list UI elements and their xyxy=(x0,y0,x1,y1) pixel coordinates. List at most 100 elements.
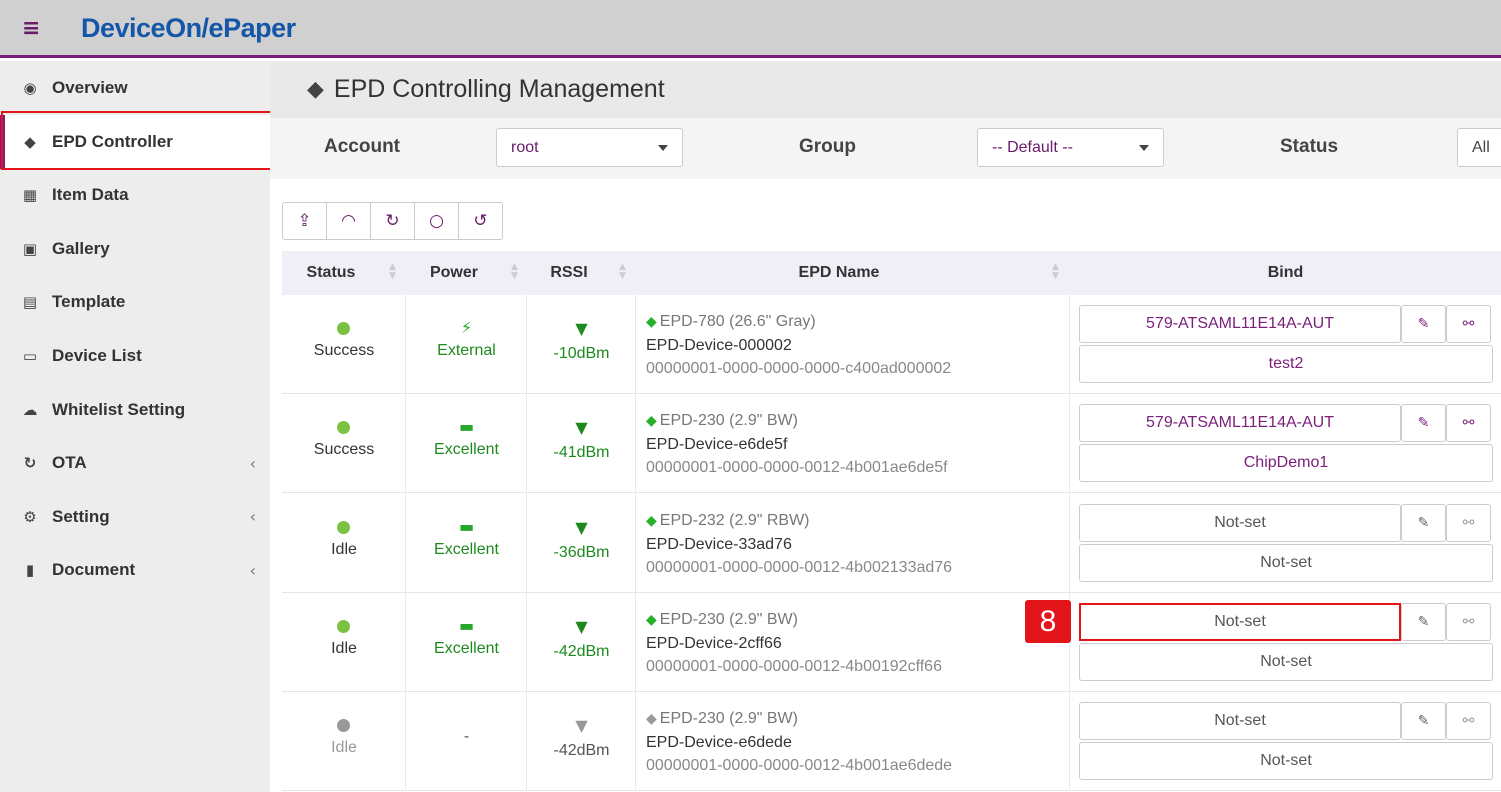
group-select[interactable]: -- Default -- xyxy=(977,128,1164,167)
status-cell: Idle xyxy=(282,493,406,593)
sidebar-item-device-list[interactable]: ▭ Device List xyxy=(0,329,270,383)
sidebar-item-setting[interactable]: ⚙ Setting ‹ xyxy=(0,490,270,544)
sidebar-item-label: Item Data xyxy=(52,185,129,205)
sidebar-item-label: OTA xyxy=(52,453,87,473)
highlight-epd-controller xyxy=(1,111,272,170)
table-row: Idle ▬ Excellent ▼ -42dBm ◆ EPD-230 (2.9" BW) E… xyxy=(282,592,1501,692)
hamburger-icon[interactable]: ≡ xyxy=(22,16,40,41)
power-cell: - xyxy=(406,692,527,792)
pencil-icon: ✎ xyxy=(1417,514,1430,531)
bind-product-field[interactable]: Not-set xyxy=(1079,602,1401,641)
sidebar-item-ota[interactable]: ↻ OTA ‹ xyxy=(0,436,270,490)
edit-bind-button[interactable]: ✎ xyxy=(1401,503,1446,542)
id-card-icon: ▤ xyxy=(22,293,38,312)
unlink-icon: ⚯ xyxy=(1462,613,1475,630)
edit-bind-button[interactable]: ✎ xyxy=(1401,602,1446,641)
unbind-button[interactable]: ⚯ xyxy=(1446,503,1491,542)
column-header-bind: Bind xyxy=(1070,251,1501,295)
column-header-rssi[interactable]: RSSI xyxy=(527,251,611,295)
power-text: - xyxy=(463,728,470,746)
action-toolbar: ⇪ ◠ ↻ ○ ↺ xyxy=(282,202,503,240)
status-dot xyxy=(337,619,350,633)
sort-icon[interactable]: ▲ ▼ xyxy=(511,263,518,281)
refresh-icon: ↻ xyxy=(385,211,400,231)
wifi-icon: ▼ xyxy=(575,319,588,338)
undo-button[interactable]: ↺ xyxy=(458,202,503,240)
bind-product-field[interactable]: 579-ATSAML11E14A-AUT xyxy=(1079,404,1401,443)
edit-bind-button[interactable]: ✎ xyxy=(1401,702,1446,741)
edit-bind-button[interactable]: ✎ xyxy=(1401,404,1446,443)
battery-icon: ▬ xyxy=(458,516,475,536)
epd-name-cell: ◆ EPD-780 (26.6" Gray) EPD-Device-000002 00… xyxy=(636,295,1070,394)
spinner-button[interactable]: ○ xyxy=(414,202,459,240)
epd-model-text: EPD-230 (2.9" BW) xyxy=(659,610,798,628)
bind-product-field[interactable]: 579-ATSAML11E14A-AUT xyxy=(1079,305,1401,343)
account-label: Account xyxy=(324,136,400,157)
pencil-icon: ✎ xyxy=(1417,713,1430,730)
status-select[interactable]: All xyxy=(1457,128,1501,167)
group-label: Group xyxy=(799,136,856,157)
chevron-left-icon: ‹ xyxy=(249,507,256,527)
refresh-button[interactable]: ↻ xyxy=(370,202,415,240)
image-icon: ▣ xyxy=(22,239,38,258)
column-header-epd-name[interactable]: EPD Name xyxy=(636,251,1042,295)
status-label: Status xyxy=(1280,136,1339,157)
unbind-button[interactable]: ⚯ xyxy=(1446,305,1491,343)
brand-logo[interactable]: DeviceOn/ePaper xyxy=(81,13,296,44)
power-text: Excellent xyxy=(434,540,499,558)
rssi-cell: ▼ -41dBm xyxy=(527,394,636,494)
power-cell: ▬ Excellent xyxy=(406,592,527,692)
rssi-cell: ▼ -10dBm xyxy=(527,295,636,394)
tag-icon: ◆ xyxy=(646,512,657,529)
page-title: EPD Controlling Management xyxy=(333,75,665,103)
column-header-label: EPD Name xyxy=(798,264,880,281)
sort-icon[interactable]: ▲ ▼ xyxy=(619,263,626,281)
bind-cell: 579-ATSAML11E14A-AUT ✎ ⚯ test2 xyxy=(1070,295,1501,394)
rssi-cell: ▼ -42dBm xyxy=(527,592,636,692)
bind-template-field[interactable]: Not-set xyxy=(1079,742,1493,781)
edit-bind-button[interactable]: ✎ xyxy=(1401,305,1446,343)
status-dot xyxy=(337,421,350,435)
bind-product-field[interactable]: Not-set xyxy=(1079,503,1401,542)
tag-icon: ◆ xyxy=(646,611,657,628)
status-dot xyxy=(337,719,350,733)
power-cell: ▬ Excellent xyxy=(406,493,527,593)
spinner-icon: ○ xyxy=(429,211,444,231)
sidebar-item-gallery[interactable]: ▣ Gallery xyxy=(0,222,270,276)
bind-template-field[interactable]: Not-set xyxy=(1079,543,1493,582)
epd-model-text: EPD-780 (26.6" Gray) xyxy=(659,313,816,330)
status-dot xyxy=(337,520,350,534)
unbind-button[interactable]: ⚯ xyxy=(1446,702,1491,741)
epd-model-text: EPD-230 (2.9" BW) xyxy=(659,412,798,430)
wifi-button[interactable]: ◠ xyxy=(326,202,371,240)
upload-button[interactable]: ⇪ xyxy=(282,202,327,240)
epd-device-id: 00000001-0000-0000-0012-4b001ae6dede xyxy=(646,757,953,775)
bind-product-field[interactable]: Not-set xyxy=(1079,702,1401,741)
status-cell: Success xyxy=(282,394,406,494)
rssi-cell: ▼ -36dBm xyxy=(527,493,636,593)
annotation-badge-8: 8 xyxy=(1025,600,1071,643)
epd-device-id: 00000001-0000-0000-0012-4b001ae6de5f xyxy=(646,459,948,477)
sidebar-item-template[interactable]: ▤ Template xyxy=(0,275,270,329)
epd-name-cell: ◆ EPD-230 (2.9" BW) EPD-Device-2cff66 00000… xyxy=(636,592,1070,692)
sidebar-item-overview[interactable]: ◉ Overview xyxy=(0,61,270,115)
epd-model: ◆ EPD-230 (2.9" BW) xyxy=(646,611,798,629)
column-header-power[interactable]: Power xyxy=(406,251,502,295)
status-text: Idle xyxy=(331,739,357,757)
wifi-icon: ▼ xyxy=(575,418,588,438)
bind-template-field[interactable]: Not-set xyxy=(1079,642,1493,681)
bind-template-field[interactable]: ChipDemo1 xyxy=(1079,444,1493,483)
sidebar-item-whitelist-setting[interactable]: ☁ Whitelist Setting xyxy=(0,383,270,437)
epd-model-text: EPD-230 (2.9" BW) xyxy=(659,710,798,728)
unbind-button[interactable]: ⚯ xyxy=(1446,602,1491,641)
epd-name-cell: ◆ EPD-230 (2.9" BW) EPD-Device-e6de5f 00000… xyxy=(636,394,1070,494)
sidebar-item-item-data[interactable]: ▦ Item Data xyxy=(0,168,270,222)
unbind-button[interactable]: ⚯ xyxy=(1446,404,1491,443)
sidebar-item-document[interactable]: ▮ Document ‹ xyxy=(0,543,270,597)
sort-icon[interactable]: ▲ ▼ xyxy=(1052,263,1059,281)
column-header-status[interactable]: Status xyxy=(282,251,380,295)
bind-template-field[interactable]: test2 xyxy=(1079,345,1493,383)
sort-icon[interactable]: ▲ ▼ xyxy=(389,263,396,281)
account-select[interactable]: root xyxy=(496,128,683,167)
epd-name-cell: ◆ EPD-230 (2.9" BW) EPD-Device-e6dede 00000… xyxy=(636,692,1070,792)
